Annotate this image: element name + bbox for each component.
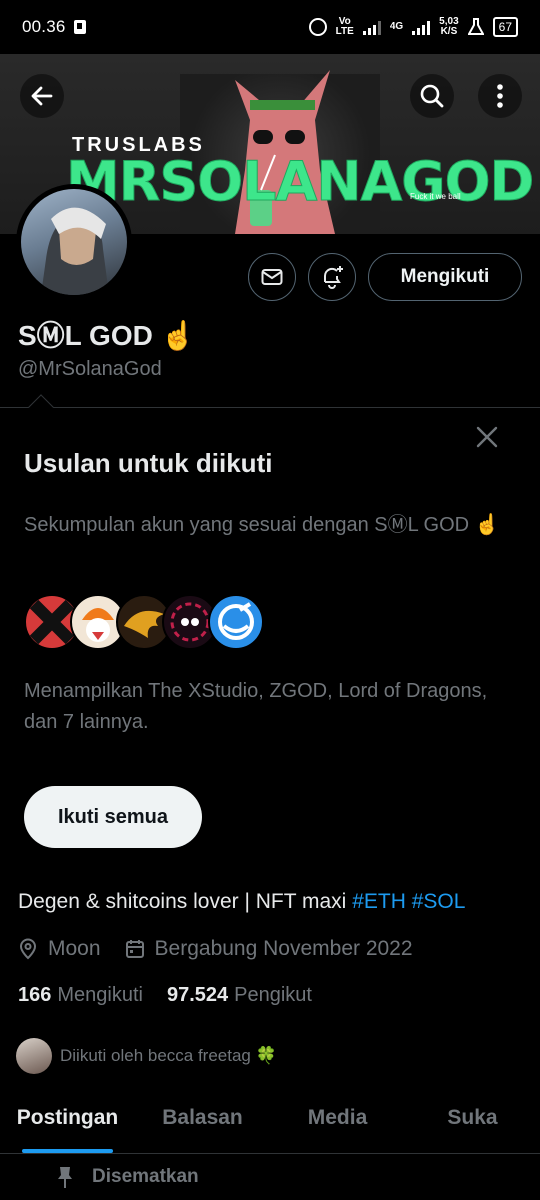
suggested-avatar-5[interactable] xyxy=(208,594,264,650)
follow-all-button[interactable]: Ikuti semua xyxy=(24,786,202,848)
notification-app-icon xyxy=(73,20,86,34)
tab-media[interactable]: Media xyxy=(270,1088,405,1153)
search-button[interactable] xyxy=(410,74,454,118)
alarm-icon xyxy=(308,18,327,36)
network-speed: 5,03 K/S xyxy=(439,16,459,37)
following-count: 166 xyxy=(18,984,52,1006)
suggestions-subtitle: Sekumpulan akun yang sesuai dengan SⓂ︎L … xyxy=(24,514,500,536)
hashtag-eth[interactable]: #ETH xyxy=(352,890,406,913)
profile-name: SⓂ︎L GOD ☝️ xyxy=(18,320,196,351)
following-count-link[interactable]: 166 Mengikuti xyxy=(18,984,143,1007)
profile-join-date: Bergabung November 2022 xyxy=(154,937,413,960)
suggestions-description: Menampilkan The XStudio, ZGOD, Lord of D… xyxy=(24,680,488,733)
more-options-button[interactable] xyxy=(478,74,522,118)
notify-button[interactable] xyxy=(308,253,356,301)
tab-balasan[interactable]: Balasan xyxy=(135,1088,270,1153)
close-suggestions-button[interactable] xyxy=(470,420,504,454)
banner-tagline: Fuck it we ball xyxy=(410,192,461,201)
battery-indicator: 67 xyxy=(492,17,518,37)
bio-text: Degen & shitcoins lover | NFT maxi xyxy=(18,890,353,913)
location-icon xyxy=(19,938,37,960)
suggestion-caret xyxy=(28,394,54,420)
network-type: 4G xyxy=(389,21,404,32)
search-icon xyxy=(420,84,444,108)
status-icons: Vo LTE 4G 5,03 K/S 67 xyxy=(308,16,518,37)
banner-title: MRSOLANAGOD xyxy=(65,150,534,214)
suggestions-title: Usulan untuk diikuti xyxy=(24,448,273,478)
profile-tabs: Postingan Balasan Media Suka xyxy=(0,1088,540,1154)
calendar-icon xyxy=(125,940,144,958)
follow-counts: 166 Mengikuti 97.524 Pengikut xyxy=(18,984,312,1007)
profile-bio: Degen & shitcoins lover | NFT maxi #ETH … xyxy=(18,890,465,914)
profile-location: Moon xyxy=(48,937,101,960)
followers-count: 97.524 xyxy=(166,984,229,1006)
pinned-indicator: Disematkan xyxy=(56,1165,199,1189)
back-arrow-icon xyxy=(31,86,53,106)
followers-count-link[interactable]: 97.524 Pengikut xyxy=(167,984,312,1007)
pin-icon xyxy=(58,1167,72,1188)
back-button[interactable] xyxy=(20,74,64,118)
flask-icon xyxy=(467,18,484,35)
profile-handle: @MrSolanaGod xyxy=(18,358,162,380)
tab-postingan[interactable]: Postingan xyxy=(0,1088,135,1153)
status-time: 00.36 xyxy=(22,17,66,36)
status-bar: 00.36 Vo LTE 4G 5,03 K/S 67 xyxy=(0,0,540,54)
followers-label: Pengikut xyxy=(234,984,312,1006)
signal-icon-2 xyxy=(412,19,431,35)
following-label: Mengikuti xyxy=(57,984,143,1006)
signal-icon xyxy=(362,19,381,35)
profile-avatar[interactable] xyxy=(16,184,132,300)
tab-suka[interactable]: Suka xyxy=(405,1088,540,1153)
close-icon xyxy=(476,426,498,448)
followed-by-text: Diikuti oleh becca freetag 🍀 xyxy=(60,1046,277,1065)
followed-by-avatar xyxy=(16,1038,52,1074)
followed-by[interactable]: Diikuti oleh becca freetag 🍀 xyxy=(16,1038,277,1074)
mail-icon xyxy=(261,269,283,285)
profile-meta: Moon Bergabung November 2022 xyxy=(18,937,413,961)
section-divider xyxy=(0,407,540,408)
pinned-label: Disematkan xyxy=(92,1166,199,1187)
volte-indicator: Vo LTE xyxy=(335,16,354,37)
message-button[interactable] xyxy=(248,253,296,301)
avatar-image xyxy=(41,207,109,295)
bell-plus-icon xyxy=(323,266,343,289)
following-button[interactable]: Mengikuti xyxy=(368,253,522,301)
more-vertical-icon xyxy=(497,84,503,108)
hashtag-sol[interactable]: #SOL xyxy=(412,890,466,913)
